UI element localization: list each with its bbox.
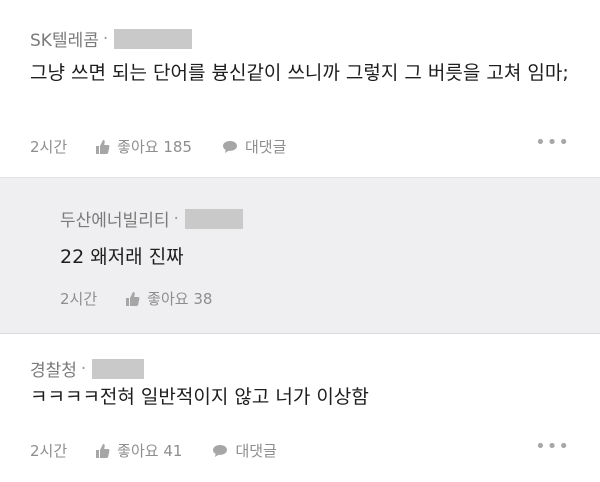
author-name[interactable]: 경찰청 [30,356,77,381]
comment-header: 두산에너빌리티 · [60,206,243,231]
like-button[interactable]: 좋아요 38 [125,288,212,309]
comment-meta: 2시간 좋아요 41 대댓글 [30,440,277,461]
like-button[interactable]: 좋아요 41 [95,440,182,461]
comment-meta: 2시간 좋아요 38 [60,288,242,309]
speech-bubble-icon [222,140,237,153]
like-label: 좋아요 [117,138,159,156]
comment-time: 2시간 [30,442,68,460]
reply-button[interactable]: 대댓글 [212,440,277,461]
reply-label: 대댓글 [235,442,277,460]
author-name[interactable]: SK텔레콤 [30,26,99,51]
comment-header: 경찰청 · [30,356,145,381]
more-dots-icon[interactable]: ••• [535,132,570,153]
comment: 경찰청 · ㅋㅋㅋㅋ전혀 일반적이지 않고 너가 이상함 2시간 좋아요 41 … [0,334,600,482]
thumbs-up-icon [96,139,110,154]
reply-label: 대댓글 [244,138,287,156]
like-count: 41 [163,441,183,460]
comment-text: ㅋㅋㅋㅋ전혀 일반적이지 않고 너가 이상함 [30,386,369,408]
comment: SK텔레콤 · 그냥 쓰면 되는 단어를 븅신같이 쓰니까 그렇지 그 버릇을 … [0,0,600,178]
blurred-id [184,208,243,229]
author-name[interactable]: 두산에너빌리티 [60,206,169,231]
comment-meta: 2시간 좋아요 185 대댓글 [30,136,286,157]
like-count: 38 [193,289,213,308]
comment-header: SK텔레콤 · [30,26,193,51]
like-count: 185 [163,137,192,156]
more-dots-icon[interactable]: ••• [535,436,570,457]
separator-dot: · [80,358,87,379]
separator-dot: · [102,28,109,49]
speech-bubble-icon [213,444,228,457]
thumbs-up-icon [126,291,140,306]
blurred-id [92,358,145,379]
comment-text: 그냥 쓰면 되는 단어를 븅신같이 쓰니까 그렇지 그 버릇을 고쳐 임마; [30,62,569,84]
like-label: 좋아요 [147,290,189,308]
separator-dot: · [173,208,179,229]
like-label: 좋아요 [117,442,159,460]
blurred-id [114,28,193,49]
like-button[interactable]: 좋아요 185 [95,136,192,157]
comment-time: 2시간 [30,138,68,156]
reply-button[interactable]: 대댓글 [222,136,286,157]
comment-text: 22 왜저래 진짜 [60,246,184,268]
comment-time: 2시간 [60,290,98,308]
thumbs-up-icon [96,443,110,458]
reply-comment: 두산에너빌리티 · 22 왜저래 진짜 2시간 좋아요 38 [0,178,600,334]
